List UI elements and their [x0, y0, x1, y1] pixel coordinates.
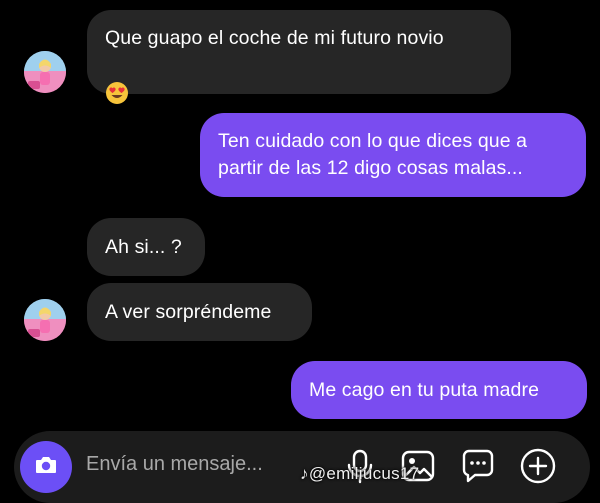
contact-avatar[interactable] [24, 51, 66, 93]
watermark-text: @emiliucus17 [308, 464, 420, 483]
incoming-message[interactable]: A ver sorpréndeme [87, 283, 312, 341]
message-text: Ten cuidado con lo que dices que a parti… [218, 130, 528, 179]
tiktok-watermark: ♪@emiliucus17 [300, 464, 419, 484]
incoming-message[interactable]: Que guapo el coche de mi futuro novio [87, 10, 511, 104]
outgoing-message[interactable]: Ten cuidado con lo que dices que a parti… [200, 113, 586, 197]
camera-button[interactable] [20, 441, 72, 493]
contact-avatar[interactable] [24, 299, 66, 341]
heart-eyes-emoji-icon [105, 54, 129, 104]
message-text: Ah si... ? [105, 235, 182, 258]
sticker-icon[interactable] [458, 446, 498, 486]
message-text: Me cago en tu puta madre [309, 378, 540, 401]
incoming-message[interactable]: Ah si... ? [87, 218, 205, 276]
add-icon[interactable] [518, 446, 558, 486]
tiktok-icon: ♪ [300, 464, 309, 483]
message-text: Que guapo el coche de mi futuro novio [105, 27, 444, 49]
message-input[interactable]: Envía un mensaje... [86, 453, 263, 476]
outgoing-message[interactable]: Me cago en tu puta madre [291, 361, 587, 419]
message-text: A ver sorpréndeme [105, 300, 272, 323]
camera-icon [33, 452, 59, 483]
